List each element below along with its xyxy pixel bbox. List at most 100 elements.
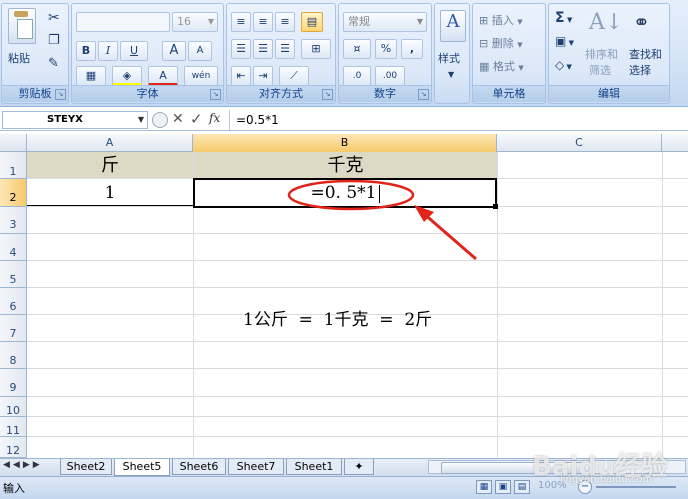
row-header-12[interactable]: 12 <box>0 437 27 458</box>
tab-sheet7[interactable]: Sheet7 <box>228 459 284 475</box>
merge-center-button[interactable]: ⊞ <box>301 39 331 59</box>
cut-icon[interactable]: ✂ <box>48 10 60 26</box>
chevron-down-icon: ▼ <box>564 16 573 24</box>
row-header-11[interactable]: 11 <box>0 417 27 437</box>
align-center-button[interactable]: ☰ <box>253 39 273 59</box>
expand-circle-icon[interactable] <box>152 112 168 128</box>
format-button[interactable]: ▦ 格式 ▼ <box>479 58 524 74</box>
row-header-1[interactable]: 1 <box>0 152 27 179</box>
orientation-button[interactable]: ⟋ <box>279 66 309 86</box>
italic-button[interactable]: I <box>98 41 118 61</box>
shrink-font-button[interactable]: A <box>188 41 212 61</box>
increase-decimal-button[interactable]: .0 <box>343 66 371 86</box>
styles-icon[interactable]: A <box>440 10 466 42</box>
delete-button[interactable]: ⊟ 删除 ▼ <box>479 35 523 51</box>
pointer-arrow <box>422 211 477 261</box>
autosum-button[interactable]: Σ ▼ <box>555 10 572 26</box>
percent-button[interactable]: % <box>375 39 397 59</box>
font-name-select[interactable] <box>76 12 170 32</box>
tab-sheet2[interactable]: Sheet2 <box>60 459 112 475</box>
tab-sheet1[interactable]: Sheet1 <box>286 459 342 475</box>
grow-font-button[interactable]: A <box>162 41 186 61</box>
row-header-6[interactable]: 6 <box>0 288 27 315</box>
select-all-button[interactable] <box>0 134 27 152</box>
first-sheet-icon[interactable]: ◀ <box>3 460 13 470</box>
number-launcher-icon[interactable]: ↘ <box>418 89 429 100</box>
font-size-select[interactable]: 16 ▼ <box>172 12 218 32</box>
chevron-down-icon: ▼ <box>416 17 423 26</box>
find-select-label-2[interactable]: 选择 <box>629 62 651 78</box>
sort-filter-icon[interactable]: A↓ <box>589 10 623 35</box>
align-right-button[interactable]: ☰ <box>275 39 295 59</box>
sort-filter-label-2[interactable]: 筛选 <box>589 62 611 78</box>
row-header-3[interactable]: 3 <box>0 207 27 234</box>
find-select-label-1[interactable]: 查找和 <box>629 46 662 62</box>
name-box[interactable]: STEYX ▼ <box>2 111 148 129</box>
alignment-group: ≡ ≡ ≡ ▤ ☰ ☰ ☰ ⊞ ⇤ ⇥ ⟋ 对齐方式 ↘ <box>226 3 336 104</box>
increase-indent-button[interactable]: ⇥ <box>253 66 273 86</box>
currency-button[interactable]: ¤ <box>343 39 371 59</box>
font-launcher-icon[interactable]: ↘ <box>210 89 221 100</box>
page-break-icon[interactable]: ▤ <box>514 480 530 494</box>
column-header-c[interactable]: C <box>497 134 662 152</box>
tab-navigation[interactable]: ◀◀▶▶ <box>3 460 43 470</box>
paste-button[interactable]: 粘贴 <box>8 50 30 66</box>
insert-function-button[interactable]: fx <box>209 111 220 125</box>
number-format-value: 常规 <box>348 15 370 28</box>
number-format-select[interactable]: 常规 ▼ <box>343 12 427 32</box>
tab-sheet5[interactable]: Sheet5 <box>114 459 170 476</box>
last-sheet-icon[interactable]: ▶ <box>33 460 43 470</box>
autosum-label: Σ <box>555 10 565 26</box>
insert-button[interactable]: ⊞ 插入 ▼ <box>479 12 523 28</box>
clear-button[interactable]: ◇ ▼ <box>555 58 572 72</box>
font-color-button[interactable]: A <box>148 66 178 86</box>
row-header-5[interactable]: 5 <box>0 261 27 288</box>
align-middle-button[interactable]: ≡ <box>253 12 273 32</box>
bold-button[interactable]: B <box>76 41 96 61</box>
grid-line <box>27 287 688 288</box>
fill-color-button[interactable]: ◈ <box>112 66 142 86</box>
enter-check-icon[interactable]: ✓ <box>190 110 203 128</box>
page-layout-icon[interactable]: ▣ <box>495 480 511 494</box>
border-icon: ▦ <box>85 69 97 82</box>
comma-button[interactable]: , <box>401 39 423 59</box>
binoculars-icon[interactable]: ⚭ <box>633 10 650 34</box>
align-left-button[interactable]: ☰ <box>231 39 251 59</box>
row-header-7[interactable]: 7 <box>0 315 27 342</box>
align-top-button[interactable]: ≡ <box>231 12 251 32</box>
formula-input[interactable]: =0.5*1 <box>236 111 686 129</box>
underline-button[interactable]: U <box>120 41 148 61</box>
column-header-b[interactable]: B <box>193 134 497 152</box>
align-bottom-button[interactable]: ≡ <box>275 12 295 32</box>
pinyin-button[interactable]: wén <box>184 66 218 86</box>
fill-handle[interactable] <box>493 204 498 209</box>
cell-a1[interactable]: 斤 <box>27 152 193 178</box>
prev-sheet-icon[interactable]: ◀ <box>13 460 23 470</box>
normal-view-icon[interactable]: ▦ <box>476 480 492 494</box>
border-button[interactable]: ▦ <box>76 66 106 86</box>
tab-sheet6[interactable]: Sheet6 <box>172 459 226 475</box>
copy-icon[interactable]: ❐ <box>48 33 60 48</box>
paste-icon[interactable] <box>8 8 36 44</box>
zoom-slider[interactable] <box>596 486 676 488</box>
column-header-a[interactable]: A <box>27 134 193 152</box>
next-sheet-icon[interactable]: ▶ <box>23 460 33 470</box>
row-header-4[interactable]: 4 <box>0 234 27 261</box>
wrap-text-button[interactable]: ▤ <box>301 12 323 32</box>
sort-filter-label-1[interactable]: 排序和 <box>585 46 618 62</box>
row-header-9[interactable]: 9 <box>0 369 27 397</box>
fill-button[interactable]: ▣ ▼ <box>555 34 574 48</box>
format-painter-icon[interactable]: ✎ <box>48 56 59 71</box>
cancel-icon[interactable]: ✕ <box>172 111 184 127</box>
row-header-2[interactable]: 2 <box>0 179 27 207</box>
font-label: 字体 <box>72 85 223 102</box>
row-header-10[interactable]: 10 <box>0 397 27 417</box>
insert-sheet-button[interactable]: ✦ <box>344 459 374 475</box>
clipboard-launcher-icon[interactable]: ↘ <box>55 89 66 100</box>
decrease-decimal-button[interactable]: .00 <box>375 66 405 86</box>
row-header-8[interactable]: 8 <box>0 342 27 369</box>
cell-a2[interactable]: 1 <box>27 179 193 206</box>
alignment-launcher-icon[interactable]: ↘ <box>322 89 333 100</box>
decrease-indent-button[interactable]: ⇤ <box>231 66 251 86</box>
styles-button[interactable]: 样式 <box>438 50 460 66</box>
